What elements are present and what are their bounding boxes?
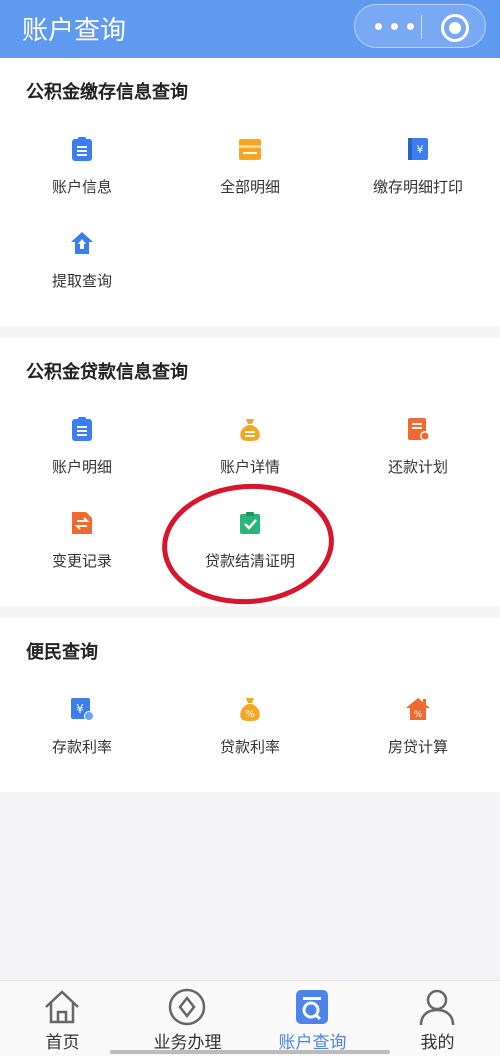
item-deposit-rate[interactable]: ¥ 存款利率 <box>2 696 162 757</box>
house-calc-icon: % <box>405 696 431 722</box>
item-account-overview[interactable]: 账户详情 <box>170 416 330 477</box>
detail-card-icon <box>237 136 263 162</box>
change-record-icon <box>69 510 95 536</box>
mini-program-capsule <box>354 4 486 48</box>
svg-text:¥: ¥ <box>76 702 84 716</box>
deposit-rate-icon: ¥ <box>69 696 95 722</box>
clipboard-icon <box>69 416 95 442</box>
more-dots-icon[interactable] <box>369 13 421 39</box>
account-query-icon <box>292 987 332 1027</box>
home-icon <box>42 987 82 1027</box>
svg-text:%: % <box>245 709 255 720</box>
target-icon[interactable] <box>441 14 469 42</box>
item-mortgage-calculator[interactable]: % 房贷计算 <box>338 696 498 757</box>
page-title: 账户查询 <box>22 16 127 46</box>
tab-mine[interactable]: 我的 <box>375 981 500 1056</box>
item-label: 账户信息 <box>51 178 112 196</box>
clipboard-icon <box>69 136 95 162</box>
item-account-info[interactable]: 账户信息 <box>2 136 162 197</box>
upload-house-icon <box>69 230 95 256</box>
capsule-divider <box>421 15 422 39</box>
loan-rate-icon: % <box>237 696 263 722</box>
tab-business[interactable]: 业务办理 <box>125 981 250 1056</box>
section-deposit-query: 公积金缴存信息查询 账户信息 全部明细 ¥ 缴存明细打印 提取查询 <box>0 58 500 326</box>
header-bar: 账户查询 <box>0 0 500 58</box>
user-icon <box>417 987 457 1027</box>
item-label: 房贷计算 <box>387 738 448 756</box>
item-label: 还款计划 <box>387 458 448 476</box>
item-all-details[interactable]: 全部明细 <box>170 136 330 197</box>
item-label: 提取查询 <box>51 272 112 290</box>
tab-home[interactable]: 首页 <box>0 981 125 1056</box>
tab-label: 首页 <box>45 1033 80 1053</box>
item-deposit-print[interactable]: ¥ 缴存明细打印 <box>338 136 498 197</box>
home-indicator <box>110 1050 390 1054</box>
section-convenience-query: 便民查询 ¥ 存款利率 % 贷款利率 % 房贷计算 <box>0 618 500 792</box>
bottom-tab-bar: 首页 业务办理 账户查询 我的 <box>0 980 500 1056</box>
item-change-record[interactable]: 变更记录 <box>2 510 162 571</box>
item-label: 变更记录 <box>51 552 112 570</box>
item-label: 贷款利率 <box>219 738 280 756</box>
item-label: 全部明细 <box>219 178 280 196</box>
svg-text:%: % <box>414 710 423 720</box>
yen-book-icon: ¥ <box>405 136 431 162</box>
money-bag-icon <box>237 416 263 442</box>
item-loan-rate[interactable]: % 贷款利率 <box>170 696 330 757</box>
svg-text:¥: ¥ <box>417 143 424 156</box>
section-title: 便民查询 <box>26 642 98 663</box>
item-label: 账户明细 <box>51 458 112 476</box>
tab-label: 我的 <box>420 1033 455 1053</box>
item-withdrawal-query[interactable]: 提取查询 <box>2 230 162 291</box>
section-title: 公积金缴存信息查询 <box>26 82 188 103</box>
item-label: 缴存明细打印 <box>372 178 463 196</box>
item-repayment-plan[interactable]: 还款计划 <box>338 416 498 477</box>
item-label: 存款利率 <box>51 738 112 756</box>
circle-business-icon <box>167 987 207 1027</box>
section-title: 公积金贷款信息查询 <box>26 362 188 383</box>
item-label: 账户详情 <box>219 458 280 476</box>
schedule-icon <box>405 416 431 442</box>
tab-account-query[interactable]: 账户查询 <box>250 981 375 1056</box>
item-account-details[interactable]: 账户明细 <box>2 416 162 477</box>
